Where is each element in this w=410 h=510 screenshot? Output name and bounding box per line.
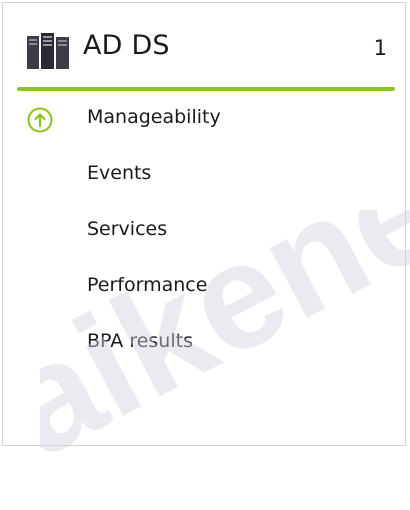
tile-item-label: Events <box>87 162 152 184</box>
tile-item-bpa-results[interactable]: BPA results <box>3 315 405 367</box>
tile-item-label: Services <box>87 218 168 240</box>
up-arrow-circle-icon <box>27 107 53 133</box>
tile-header[interactable]: AD DS 1 <box>3 3 405 93</box>
server-role-icon <box>27 33 69 69</box>
tile-item-services[interactable]: Services <box>3 203 405 255</box>
role-count: 1 <box>373 36 387 60</box>
tile-item-label: Performance <box>87 274 208 296</box>
tile-item-events[interactable]: Events <box>3 147 405 199</box>
tile-item-label: Manageability <box>87 106 221 128</box>
role-title: AD DS <box>83 30 170 61</box>
tile-item-performance[interactable]: Performance <box>3 259 405 311</box>
role-tile: AD DS 1 Manageability Events Services Pe… <box>2 2 406 446</box>
tile-item-manageability[interactable]: Manageability <box>3 91 405 143</box>
tile-item-label: BPA results <box>87 330 193 352</box>
